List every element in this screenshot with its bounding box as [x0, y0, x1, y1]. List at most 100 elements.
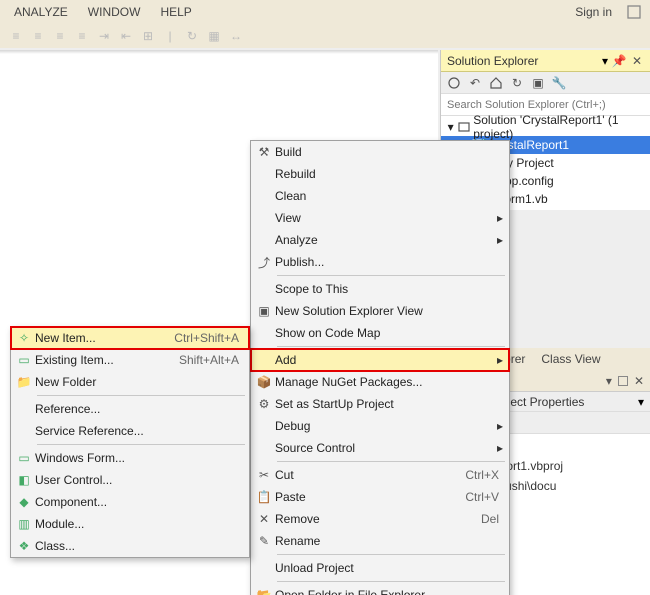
submenu-arrow-icon: ▸ — [493, 353, 503, 367]
folder-icon: 📁 — [13, 375, 35, 389]
formatting-toolbar: ≡ ≡ ≡ ≡ ⇥ ⇤ ⊞ | ↻ ▦ ↔ — [0, 24, 650, 48]
menu-window[interactable]: WINDOW — [78, 2, 151, 22]
menuitem-open-folder[interactable]: 📂Open Folder in File Explorer — [251, 584, 509, 595]
outdent-icon: ⇤ — [118, 28, 134, 44]
build-icon: ⚒ — [253, 145, 275, 159]
pin-icon[interactable] — [618, 376, 628, 386]
solution-icon — [456, 119, 471, 135]
home-icon[interactable] — [445, 74, 463, 92]
account-icon[interactable] — [622, 0, 646, 24]
refresh-icon: ↻ — [184, 28, 200, 44]
menuitem-build[interactable]: ⚒Build — [251, 141, 509, 163]
table-icon: ▦ — [206, 28, 222, 44]
dropdown-icon[interactable]: ▾ — [602, 54, 608, 68]
menu-analyze[interactable]: ANALYZE — [4, 2, 78, 22]
submenu-arrow-icon: ▸ — [493, 211, 503, 225]
divider-icon: | — [162, 28, 178, 44]
menuitem-cut[interactable]: ✂CutCtrl+X — [251, 464, 509, 486]
collapse-icon[interactable]: ▣ — [529, 74, 547, 92]
align-justify-icon: ≡ — [74, 28, 90, 44]
project-context-menu: ⚒Build Rebuild Clean View▸ Analyze▸ ⤴Pub… — [250, 140, 510, 595]
form-icon: ▭ — [13, 451, 35, 465]
solution-node[interactable]: ▾ Solution 'CrystalReport1' (1 project) — [441, 118, 650, 136]
menuitem-windows-form[interactable]: ▭Windows Form... — [11, 447, 249, 469]
menu-separator — [37, 395, 245, 396]
sign-in-link[interactable]: Sign in — [565, 2, 622, 22]
menuitem-code-map[interactable]: Show on Code Map — [251, 322, 509, 344]
existing-item-icon: ▭ — [13, 353, 35, 367]
remove-icon: ✕ — [253, 512, 275, 526]
solution-explorer-title-bar[interactable]: Solution Explorer ▾ 📌 ✕ — [441, 50, 650, 72]
component-icon: ◆ — [13, 495, 35, 509]
menuitem-remove[interactable]: ✕RemoveDel — [251, 508, 509, 530]
menuitem-source-control[interactable]: Source Control▸ — [251, 437, 509, 459]
menuitem-rebuild[interactable]: Rebuild — [251, 163, 509, 185]
close-icon[interactable]: ✕ — [634, 374, 644, 388]
menu-separator — [277, 554, 505, 555]
menuitem-user-control[interactable]: ◧User Control... — [11, 469, 249, 491]
align-left-icon: ≡ — [8, 28, 24, 44]
close-icon[interactable]: ✕ — [630, 54, 644, 68]
menuitem-publish[interactable]: ⤴Publish... — [251, 251, 509, 273]
home2-icon[interactable] — [487, 74, 505, 92]
menu-bar: ANALYZE WINDOW HELP Sign in — [0, 0, 650, 24]
menu-separator — [37, 444, 245, 445]
submenu-arrow-icon: ▸ — [493, 441, 503, 455]
class-icon: ❖ — [13, 539, 35, 553]
menuitem-class[interactable]: ❖Class... — [11, 535, 249, 557]
solution-label: Solution 'CrystalReport1' (1 project) — [473, 113, 650, 141]
align-right-icon: ≡ — [52, 28, 68, 44]
menuitem-rename[interactable]: ✎Rename — [251, 530, 509, 552]
align-center-icon: ≡ — [30, 28, 46, 44]
indent-icon: ⇥ — [96, 28, 112, 44]
menu-separator — [277, 275, 505, 276]
menuitem-startup[interactable]: ⚙Set as StartUp Project — [251, 393, 509, 415]
menuitem-clean[interactable]: Clean — [251, 185, 509, 207]
menuitem-debug[interactable]: Debug▸ — [251, 415, 509, 437]
menuitem-add[interactable]: Add▸ — [251, 349, 509, 371]
menuitem-new-folder[interactable]: 📁New Folder — [11, 371, 249, 393]
menuitem-paste[interactable]: 📋PasteCtrl+V — [251, 486, 509, 508]
menuitem-new-item[interactable]: ✧New Item...Ctrl+Shift+A — [11, 327, 249, 349]
cut-icon: ✂ — [253, 468, 275, 482]
arrows-icon: ↔ — [228, 28, 244, 44]
tab-icon: ⊞ — [140, 28, 156, 44]
user-control-icon: ◧ — [13, 473, 35, 487]
menuitem-module[interactable]: ▥Module... — [11, 513, 249, 535]
menuitem-existing-item[interactable]: ▭Existing Item...Shift+Alt+A — [11, 349, 249, 371]
publish-icon: ⤴ — [253, 254, 275, 271]
sync-icon[interactable]: ↻ — [508, 74, 526, 92]
menuitem-new-sol-view[interactable]: ▣New Solution Explorer View — [251, 300, 509, 322]
chevron-down-icon[interactable]: ▾ — [638, 395, 644, 409]
menu-help[interactable]: HELP — [150, 2, 201, 22]
expander-icon[interactable]: ▾ — [445, 120, 456, 134]
properties-icon[interactable]: 🔧 — [550, 74, 568, 92]
nuget-icon: 📦 — [253, 375, 275, 389]
rename-icon: ✎ — [253, 534, 275, 548]
menuitem-analyze[interactable]: Analyze▸ — [251, 229, 509, 251]
menuitem-component[interactable]: ◆Component... — [11, 491, 249, 513]
pin-icon[interactable]: 📌 — [612, 54, 626, 68]
module-icon: ▥ — [13, 517, 35, 531]
object-kind: Project Properties — [489, 395, 638, 409]
submenu-arrow-icon: ▸ — [493, 233, 503, 247]
gear-icon: ⚙ — [253, 397, 275, 411]
menu-separator — [277, 581, 505, 582]
window-icon: ▣ — [253, 304, 275, 318]
back-icon[interactable]: ↶ — [466, 74, 484, 92]
solution-explorer-title: Solution Explorer — [447, 54, 602, 68]
solution-explorer-toolbar: ↶ ↻ ▣ 🔧 — [441, 72, 650, 94]
tab-class-view[interactable]: Class View — [533, 349, 608, 369]
submenu-arrow-icon: ▸ — [493, 419, 503, 433]
menuitem-unload[interactable]: Unload Project — [251, 557, 509, 579]
menuitem-service-reference[interactable]: Service Reference... — [11, 420, 249, 442]
menuitem-nuget[interactable]: 📦Manage NuGet Packages... — [251, 371, 509, 393]
add-submenu: ✧New Item...Ctrl+Shift+A ▭Existing Item.… — [10, 326, 250, 558]
menuitem-view[interactable]: View▸ — [251, 207, 509, 229]
menuitem-reference[interactable]: Reference... — [11, 398, 249, 420]
paste-icon: 📋 — [253, 490, 275, 504]
menuitem-scope[interactable]: Scope to This — [251, 278, 509, 300]
search-input[interactable] — [447, 99, 644, 111]
dropdown-icon[interactable]: ▾ — [606, 374, 612, 388]
new-item-icon: ✧ — [13, 331, 35, 345]
